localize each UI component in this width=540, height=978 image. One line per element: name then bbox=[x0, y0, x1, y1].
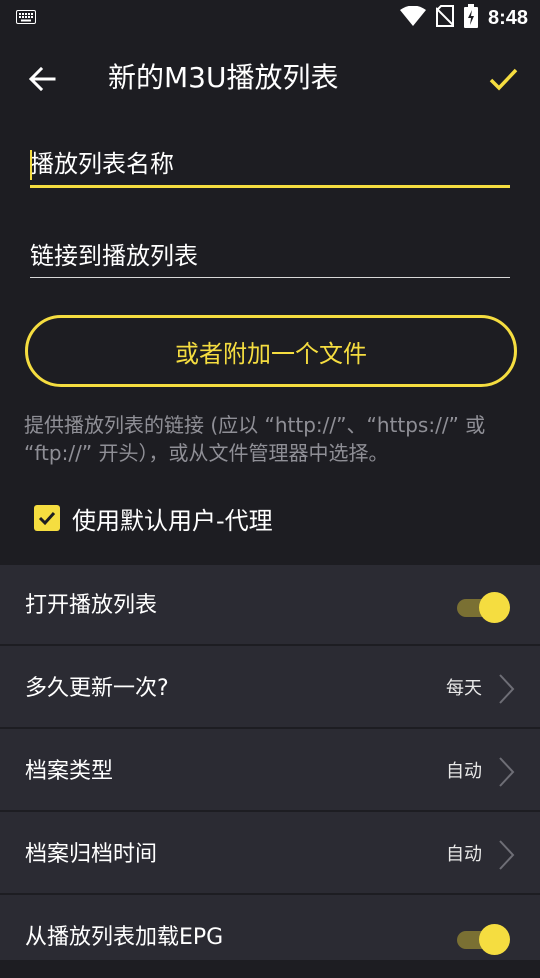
no-sim-icon bbox=[435, 5, 455, 31]
wifi-icon bbox=[399, 5, 426, 30]
playlist-link-underline bbox=[30, 277, 510, 278]
chevron-right-icon bbox=[499, 674, 515, 704]
setting-open-playlist[interactable]: 打开播放列表 bbox=[0, 565, 540, 646]
default-user-agent-row[interactable]: 使用默认用户-代理 bbox=[34, 499, 273, 537]
app-bar: 新的M3U播放列表 bbox=[0, 36, 540, 122]
setting-label: 从播放列表加载EPG bbox=[25, 925, 224, 950]
open-playlist-toggle[interactable] bbox=[457, 590, 513, 624]
battery-charging-icon bbox=[463, 4, 478, 32]
setting-label: 档案归档时间 bbox=[25, 842, 158, 867]
setting-label: 多久更新一次? bbox=[25, 676, 169, 701]
setting-value: 自动 bbox=[446, 761, 482, 782]
default-user-agent-label: 使用默认用户-代理 bbox=[72, 506, 273, 535]
arrow-left-icon bbox=[28, 66, 56, 92]
playlist-name-placeholder: 播放列表名称 bbox=[30, 150, 174, 178]
load-epg-toggle[interactable] bbox=[457, 922, 513, 956]
setting-label: 打开播放列表 bbox=[25, 593, 158, 618]
playlist-name-field[interactable]: 播放列表名称 bbox=[30, 146, 510, 188]
setting-archive-type[interactable]: 档案类型 自动 bbox=[0, 731, 540, 812]
playlist-hint-text: 提供播放列表的链接 (应以 “http://”、“https://” 或 “ft… bbox=[24, 413, 486, 465]
chevron-right-icon bbox=[499, 757, 515, 787]
checkmark-icon bbox=[38, 511, 56, 526]
status-time: 8:48 bbox=[487, 6, 528, 29]
check-icon bbox=[489, 68, 518, 91]
settings-list: 打开播放列表 多久更新一次? 每天 档案类型 自动 档案归档时间 自动 从播放列… bbox=[0, 565, 540, 960]
attach-file-button[interactable]: 或者附加一个文件 bbox=[25, 315, 517, 387]
setting-update-frequency[interactable]: 多久更新一次? 每天 bbox=[0, 648, 540, 729]
setting-label: 档案类型 bbox=[25, 759, 114, 784]
page-title: 新的M3U播放列表 bbox=[108, 61, 339, 94]
text-cursor bbox=[30, 150, 32, 180]
playlist-name-underline bbox=[30, 185, 510, 188]
default-user-agent-checkbox[interactable] bbox=[34, 505, 60, 531]
confirm-button[interactable] bbox=[486, 62, 520, 96]
keyboard-icon bbox=[16, 9, 36, 28]
back-button[interactable] bbox=[26, 63, 58, 95]
attach-file-label: 或者附加一个文件 bbox=[175, 339, 367, 368]
toggle-knob bbox=[479, 592, 510, 623]
setting-value: 每天 bbox=[446, 678, 482, 699]
setting-value: 自动 bbox=[446, 844, 482, 865]
playlist-link-placeholder: 链接到播放列表 bbox=[30, 242, 198, 270]
playlist-link-field[interactable]: 链接到播放列表 bbox=[30, 238, 510, 278]
chevron-right-icon bbox=[499, 840, 515, 870]
setting-archive-time[interactable]: 档案归档时间 自动 bbox=[0, 814, 540, 895]
setting-load-epg[interactable]: 从播放列表加载EPG bbox=[0, 897, 540, 978]
status-bar: 8:48 bbox=[0, 0, 540, 36]
toggle-knob bbox=[479, 924, 510, 955]
